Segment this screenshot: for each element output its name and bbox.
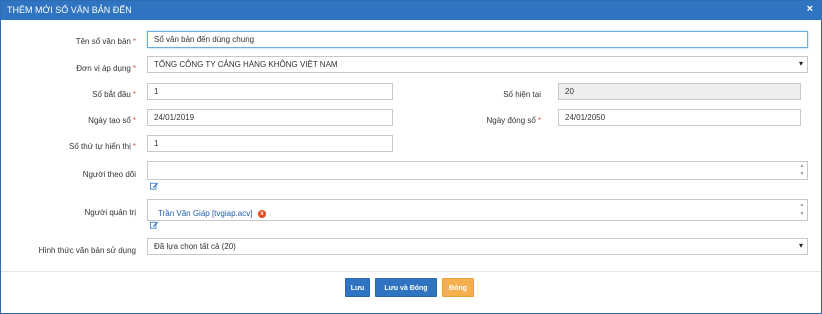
dialog-footer-divider [1, 271, 821, 272]
admin-tag: Trần Văn Giáp [tvgiap.acv] [158, 209, 253, 218]
required-mark: * [132, 64, 136, 73]
label-text: Hình thức văn bản sử dụng [38, 246, 136, 255]
scroll-down-icon[interactable]: ▼ [799, 211, 805, 218]
close-icon[interactable]: × [807, 3, 813, 15]
label-text: Ngày tạo sổ [88, 116, 131, 125]
so-hien-tai-value: 20 [565, 87, 574, 96]
scroll-up-icon[interactable]: ▲ [799, 163, 805, 170]
label-so-thu-tu: Số thứ tự hiển thị * [69, 142, 136, 151]
so-thu-tu-value: 1 [154, 139, 159, 148]
dialog-title: THÊM MỚI SỔ VĂN BẢN ĐẾN [7, 5, 132, 15]
scroll-up-icon[interactable]: ▲ [799, 202, 805, 209]
label-so-hien-tai: Số hiện tại [503, 90, 541, 99]
ten-so-value: Sổ văn bản đến dùng chung [154, 35, 255, 44]
hinh-thuc-select[interactable]: Đã lựa chọn tất cả (20) ▾ [147, 238, 808, 255]
label-ten-so: Tên sổ văn bản * [76, 37, 136, 46]
label-text: Số hiện tại [503, 90, 541, 99]
add-document-book-dialog: THÊM MỚI SỔ VĂN BẢN ĐẾN × Tên sổ văn bản… [0, 0, 822, 314]
label-don-vi: Đơn vị áp dụng * [76, 64, 136, 73]
nguoi-theo-doi-input[interactable]: ▲ ▼ [147, 161, 808, 180]
label-so-bat-dau: Số bắt đầu * [92, 90, 136, 99]
ten-so-input[interactable]: Sổ văn bản đến dùng chung [147, 31, 808, 48]
label-text: Đơn vị áp dụng [76, 64, 131, 73]
label-nguoi-quan-tri: Người quản trị [84, 208, 136, 217]
label-text: Số thứ tự hiển thị [69, 142, 131, 151]
hinh-thuc-value: Đã lựa chọn tất cả (20) [154, 242, 236, 251]
required-mark: * [132, 116, 136, 125]
don-vi-value: TỔNG CÔNG TY CẢNG HÀNG KHÔNG VIỆT NAM [154, 60, 338, 69]
remove-circle-icon[interactable]: x [258, 210, 266, 218]
label-text: Tên sổ văn bản [75, 37, 131, 46]
ngay-tao-value: 24/01/2019 [154, 113, 195, 122]
pencil-edit-icon[interactable] [150, 221, 158, 229]
save-and-close-button[interactable]: Lưu và Đóng [375, 278, 437, 297]
dialog-titlebar: THÊM MỚI SỔ VĂN BẢN ĐẾN × [1, 1, 821, 20]
caret-down-icon: ▾ [798, 241, 803, 250]
label-hinh-thuc: Hình thức văn bản sử dụng [39, 246, 136, 255]
don-vi-select[interactable]: TỔNG CÔNG TY CẢNG HÀNG KHÔNG VIỆT NAM ▾ [147, 56, 808, 73]
required-mark: * [132, 142, 136, 151]
caret-down-icon: ▾ [798, 59, 803, 68]
label-text: Số bắt đầu [92, 90, 131, 99]
label-text: Người theo dõi [82, 170, 136, 179]
so-thu-tu-input[interactable]: 1 [147, 135, 393, 152]
ngay-dong-input[interactable]: 24/01/2050 [558, 109, 801, 126]
ngay-tao-input[interactable]: 24/01/2019 [147, 109, 393, 126]
pencil-edit-icon[interactable] [150, 182, 158, 190]
so-hien-tai-input: 20 [558, 83, 801, 100]
save-button[interactable]: Lưu [345, 278, 370, 297]
scroll-down-icon[interactable]: ▼ [799, 171, 805, 178]
required-mark: * [537, 116, 541, 125]
required-mark: * [132, 37, 136, 46]
label-text: Ngày đóng sổ [486, 116, 536, 125]
so-bat-dau-input[interactable]: 1 [147, 83, 393, 100]
label-ngay-dong: Ngày đóng sổ * [487, 116, 542, 125]
required-mark: * [132, 90, 136, 99]
close-button[interactable]: Đóng [442, 278, 474, 297]
label-ngay-tao: Ngày tạo sổ * [88, 116, 136, 125]
so-bat-dau-value: 1 [154, 87, 159, 96]
label-nguoi-theo-doi: Người theo dõi [83, 170, 136, 179]
label-text: Người quản trị [84, 208, 136, 217]
ngay-dong-value: 24/01/2050 [565, 113, 606, 122]
